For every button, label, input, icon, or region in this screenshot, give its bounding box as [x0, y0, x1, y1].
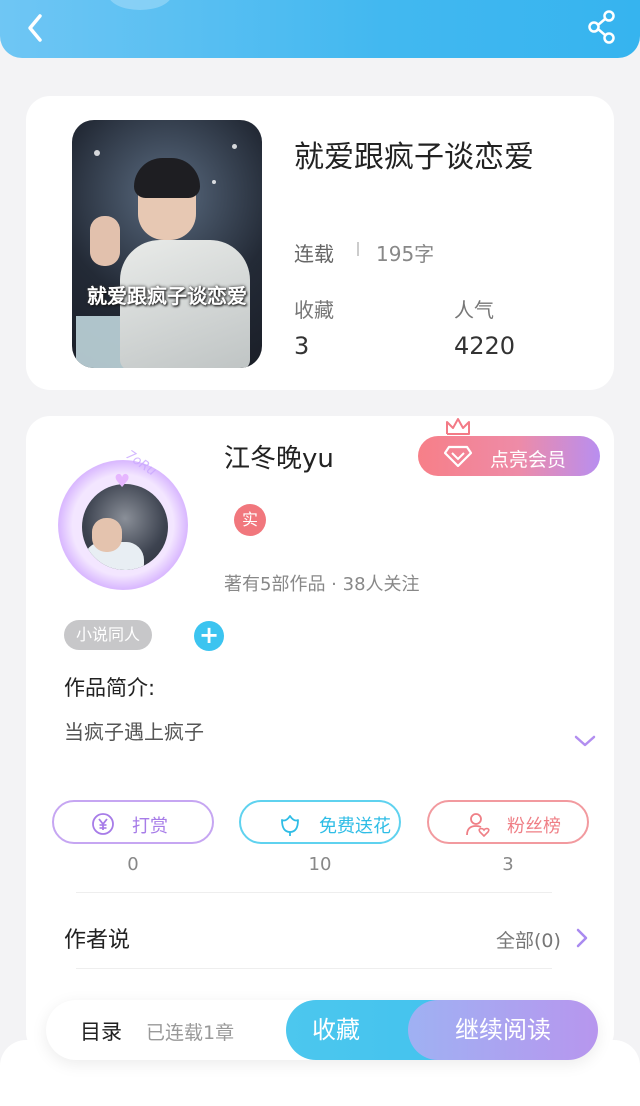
share-icon — [588, 10, 615, 44]
heart-icon: ♥ — [114, 471, 131, 492]
stat-value-popularity: 4220 — [454, 332, 516, 360]
fan-rank-count: 3 — [502, 854, 514, 875]
send-flower-button[interactable]: 免费送花 — [239, 800, 401, 844]
intro-heading: 作品简介: — [64, 676, 156, 700]
header-decoration — [108, 0, 172, 10]
book-status: 连载 — [294, 242, 334, 266]
send-flower-label: 免费送花 — [319, 816, 391, 837]
table-of-contents-button[interactable]: 目录 — [80, 1016, 122, 1046]
author-name[interactable]: 江冬晚yu — [224, 438, 334, 475]
author-meta: 著有5部作品 · 38人关注 — [224, 574, 420, 595]
book-cover-image[interactable]: 就爱跟疯子谈恋爱 — [72, 120, 262, 368]
author-card: ♥ 7oRu 江冬晚yu 点亮会员 实 著有5部作品 · 38人关注 小说同人 … — [26, 416, 614, 1056]
tip-label: 打赏 — [132, 816, 168, 837]
cover-snow — [212, 180, 216, 184]
activate-vip-button[interactable]: 点亮会员 — [418, 436, 600, 476]
cover-figure-hand — [90, 216, 120, 266]
cover-figure-hair — [134, 158, 200, 198]
continue-reading-button[interactable]: 继续阅读 — [408, 1000, 598, 1060]
back-button[interactable] — [18, 6, 54, 46]
stat-value-favorites: 3 — [294, 332, 310, 360]
cover-title-text: 就爱跟疯子谈恋爱 — [87, 284, 247, 308]
stat-label-favorites: 收藏 — [294, 298, 334, 322]
crown-icon — [446, 418, 470, 435]
intro-text: 当疯子遇上疯子 — [64, 720, 204, 744]
yen-coin-icon — [92, 813, 114, 835]
author-avatar-frame[interactable]: ♥ 7oRu — [52, 446, 202, 596]
author-say-heading: 作者说 — [64, 928, 131, 953]
top-header — [0, 0, 640, 58]
add-tag-button[interactable]: + — [194, 621, 224, 651]
stat-label-popularity: 人气 — [454, 298, 494, 322]
tag-chip[interactable]: 小说同人 — [64, 620, 153, 650]
tip-count: 0 — [127, 854, 139, 875]
bottom-action-bar: 目录 已连载1章 收藏 继续阅读 — [46, 1000, 598, 1060]
book-word-count: 195字 — [376, 242, 435, 266]
divider — [76, 892, 552, 893]
chevron-right-icon[interactable] — [574, 926, 590, 950]
book-info-card: 就爱跟疯子谈恋爱 就爱跟疯子谈恋爱 连载 195字 收藏 3 人气 4220 — [26, 96, 614, 390]
fan-rank-label: 粉丝榜 — [507, 816, 561, 837]
book-title: 就爱跟疯子谈恋爱 — [294, 140, 534, 175]
fan-rank-button[interactable]: 粉丝榜 — [427, 800, 589, 844]
user-heart-icon — [466, 813, 490, 837]
flower-count: 10 — [308, 854, 332, 875]
share-button[interactable] — [584, 6, 620, 46]
serial-chapter-info: 已连载1章 — [146, 1022, 235, 1044]
vip-button-label: 点亮会员 — [490, 449, 567, 471]
avatar — [82, 484, 168, 570]
chevron-left-icon — [28, 14, 42, 42]
avatar-face — [92, 518, 122, 552]
chevron-down-icon[interactable] — [572, 732, 598, 750]
cover-snow — [94, 150, 100, 156]
divider — [76, 968, 552, 969]
view-all-link[interactable]: 全部(0) — [496, 926, 561, 953]
tip-button[interactable]: 打赏 — [52, 800, 214, 844]
diamond-icon — [444, 445, 472, 467]
status-divider — [357, 242, 359, 256]
flower-icon — [281, 815, 299, 836]
cover-snow — [232, 144, 237, 149]
verified-badge: 实 — [234, 504, 266, 536]
